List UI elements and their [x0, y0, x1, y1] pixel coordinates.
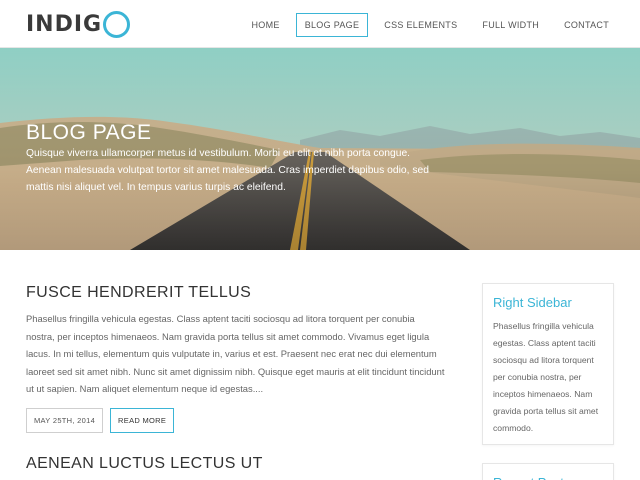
page-title: BLOG PAGE	[26, 121, 152, 144]
post-title[interactable]: AENEAN LUCTUS LECTUS UT	[26, 455, 446, 473]
post-meta: MAY 25TH, 2014 READ MORE	[26, 407, 446, 433]
site-header: INDIG HOME BLOG PAGE CSS ELEMENTS FULL W…	[0, 0, 640, 48]
logo-text: INDIG	[26, 11, 103, 37]
sidebar-widget: Right Sidebar Phasellus fringilla vehicu…	[482, 283, 614, 445]
read-more-button[interactable]: READ MORE	[110, 407, 175, 433]
post-title[interactable]: FUSCE HENDRERIT TELLUS	[26, 284, 446, 302]
nav-item-css-elements[interactable]: CSS ELEMENTS	[375, 13, 466, 37]
widget-text: Phasellus fringilla vehicula egestas. Cl…	[493, 321, 599, 433]
hero-banner: BLOG PAGE Quisque viverra ullamcorper me…	[0, 48, 640, 250]
post-date-badge: MAY 25TH, 2014	[26, 407, 104, 433]
blog-post: FUSCE HENDRERIT TELLUS Phasellus fringil…	[26, 284, 446, 433]
blog-post: AENEAN LUCTUS LECTUS UT	[26, 455, 446, 473]
main-nav: HOME BLOG PAGE CSS ELEMENTS FULL WIDTH C…	[236, 13, 619, 37]
widget-title: Recent Posts	[483, 464, 613, 480]
widget-title: Right Sidebar	[493, 295, 572, 310]
nav-item-blog-page[interactable]: BLOG PAGE	[295, 13, 369, 37]
logo-ring-icon	[103, 10, 131, 38]
hero-description: Quisque viverra ullamcorper metus id ves…	[26, 148, 429, 193]
nav-item-contact[interactable]: CONTACT	[555, 13, 618, 37]
post-excerpt: Phasellus fringilla vehicula egestas. Cl…	[26, 313, 445, 394]
sidebar-widget: Recent Posts	[482, 463, 614, 480]
site-logo[interactable]: INDIG	[26, 9, 131, 39]
nav-item-home[interactable]: HOME	[243, 13, 289, 37]
nav-item-full-width[interactable]: FULL WIDTH	[473, 13, 548, 37]
